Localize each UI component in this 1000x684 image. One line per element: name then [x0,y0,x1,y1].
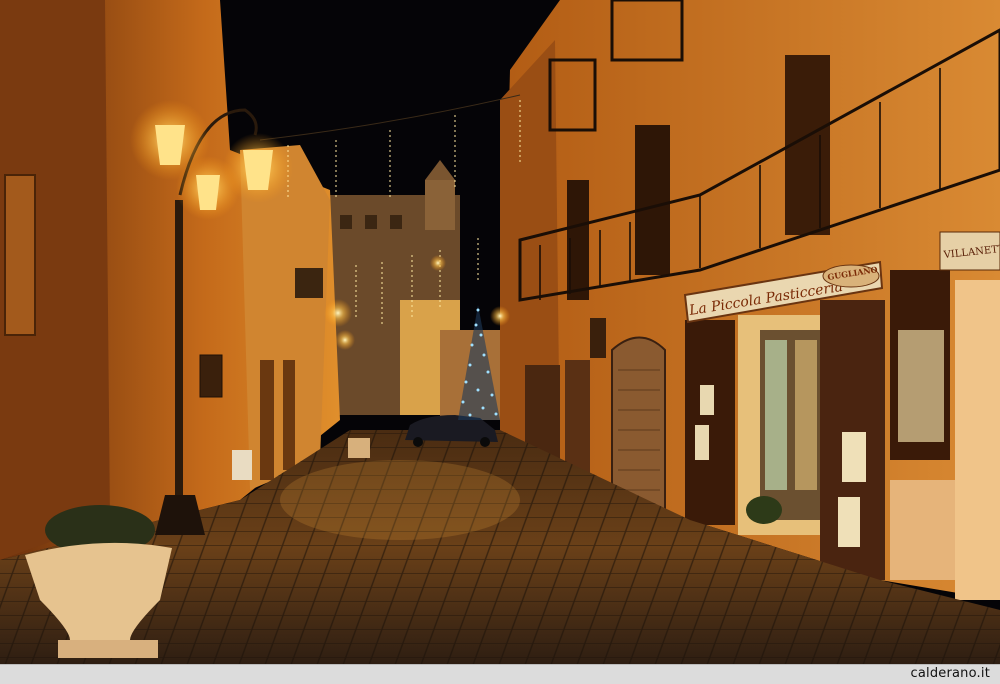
street-photo: La Piccola Pasticceria GUGLIANO VILLANET… [0,0,1000,664]
site-credit: calderano.it [910,666,990,681]
street-planter-small [348,438,370,458]
trash-bin [232,450,252,480]
footer-bar: calderano.it [0,664,1000,684]
